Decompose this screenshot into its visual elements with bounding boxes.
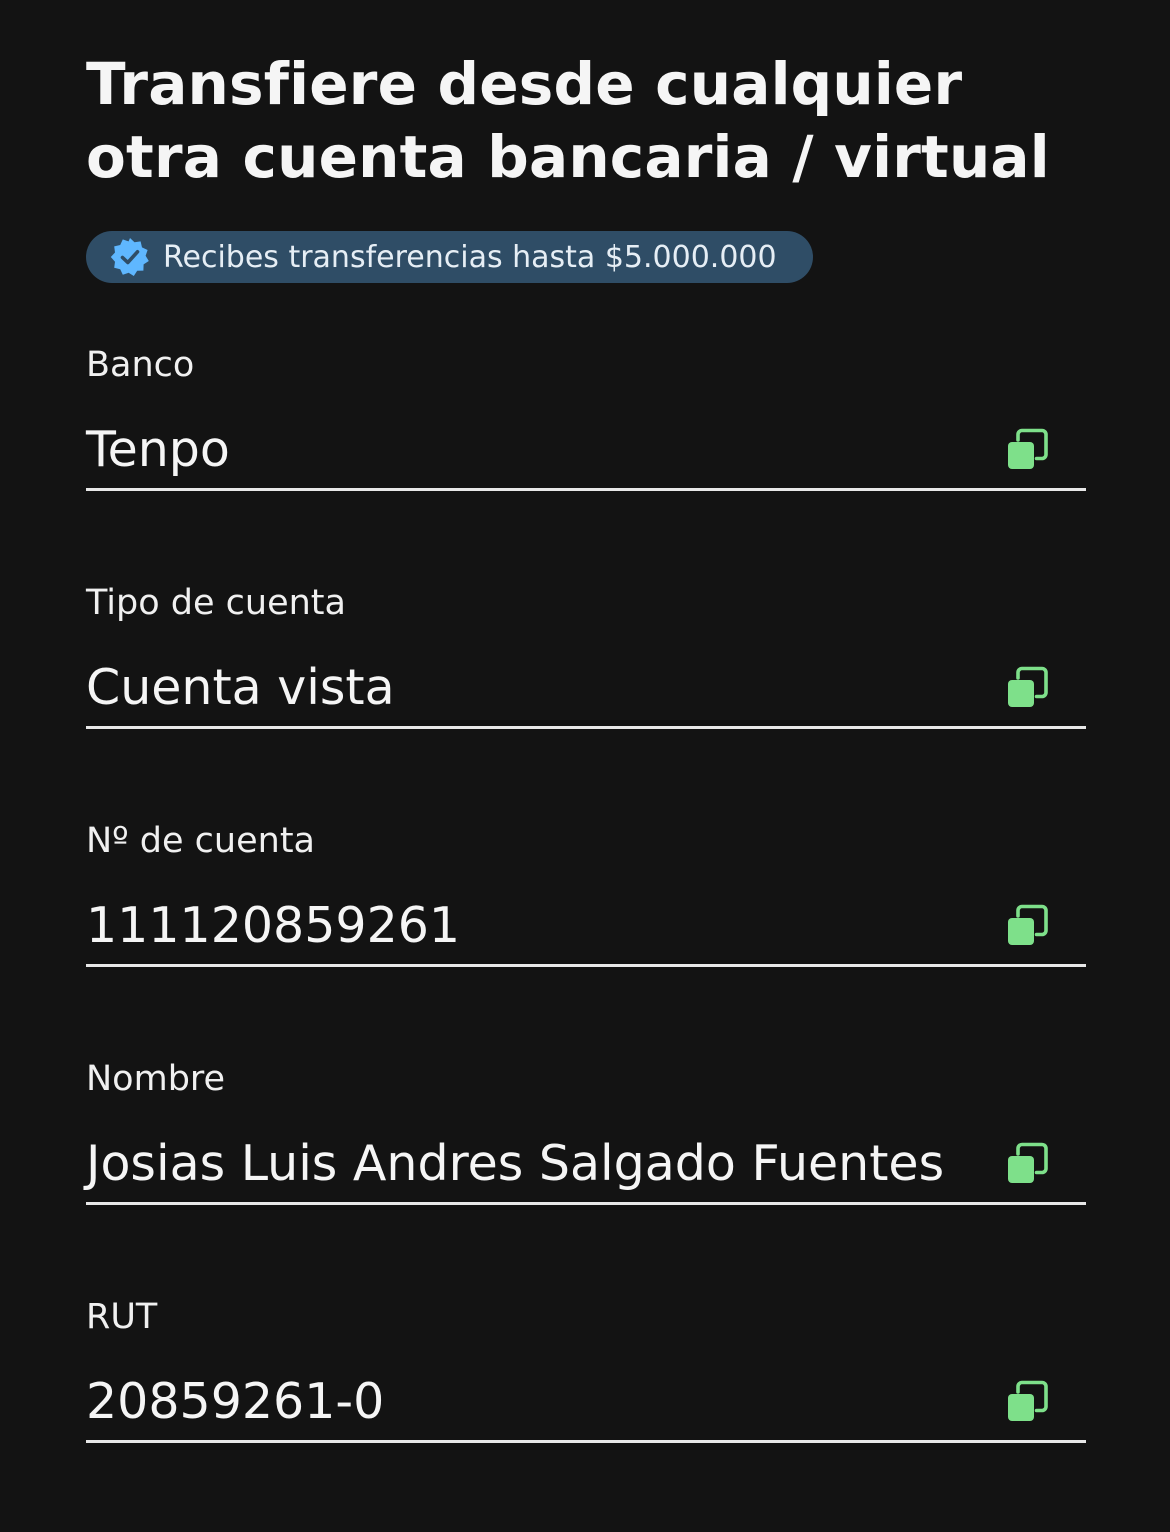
field-underline <box>86 964 1086 967</box>
field-value-bank[interactable]: Tenpo <box>86 420 230 480</box>
verified-check-icon <box>109 236 151 278</box>
field-underline <box>86 488 1086 491</box>
transfer-limit-text: Recibes transferencias hasta $5.000.000 <box>163 239 777 275</box>
field-value-name[interactable]: Josias Luis Andres Salgado Fuentes <box>86 1134 944 1194</box>
copy-icon[interactable] <box>1006 904 1050 948</box>
field-underline <box>86 1202 1086 1205</box>
field-underline <box>86 1440 1086 1443</box>
field-label-account-number: Nº de cuenta <box>86 821 315 861</box>
page-title: Transfiere desde cualquier otra cuenta b… <box>86 50 1050 191</box>
field-label-name: Nombre <box>86 1059 226 1099</box>
field-value-rut[interactable]: 20859261-0 <box>86 1372 384 1432</box>
field-name: Nombre Josias Luis Andres Salgado Fuente… <box>86 1058 1086 1208</box>
field-bank: Banco Tenpo <box>86 344 1086 494</box>
copy-icon[interactable] <box>1006 666 1050 710</box>
field-underline <box>86 726 1086 729</box>
field-label-bank: Banco <box>86 345 195 385</box>
copy-icon[interactable] <box>1006 1142 1050 1186</box>
field-rut: RUT 20859261-0 <box>86 1296 1086 1446</box>
transfer-limit-badge: Recibes transferencias hasta $5.000.000 <box>86 231 813 283</box>
field-account-number: Nº de cuenta 111120859261 <box>86 820 1086 970</box>
field-value-account-type[interactable]: Cuenta vista <box>86 658 395 718</box>
field-value-account-number[interactable]: 111120859261 <box>86 896 460 956</box>
field-label-account-type: Tipo de cuenta <box>86 583 346 623</box>
field-account-type: Tipo de cuenta Cuenta vista <box>86 582 1086 732</box>
copy-icon[interactable] <box>1006 428 1050 472</box>
field-label-rut: RUT <box>86 1297 158 1337</box>
copy-icon[interactable] <box>1006 1380 1050 1424</box>
